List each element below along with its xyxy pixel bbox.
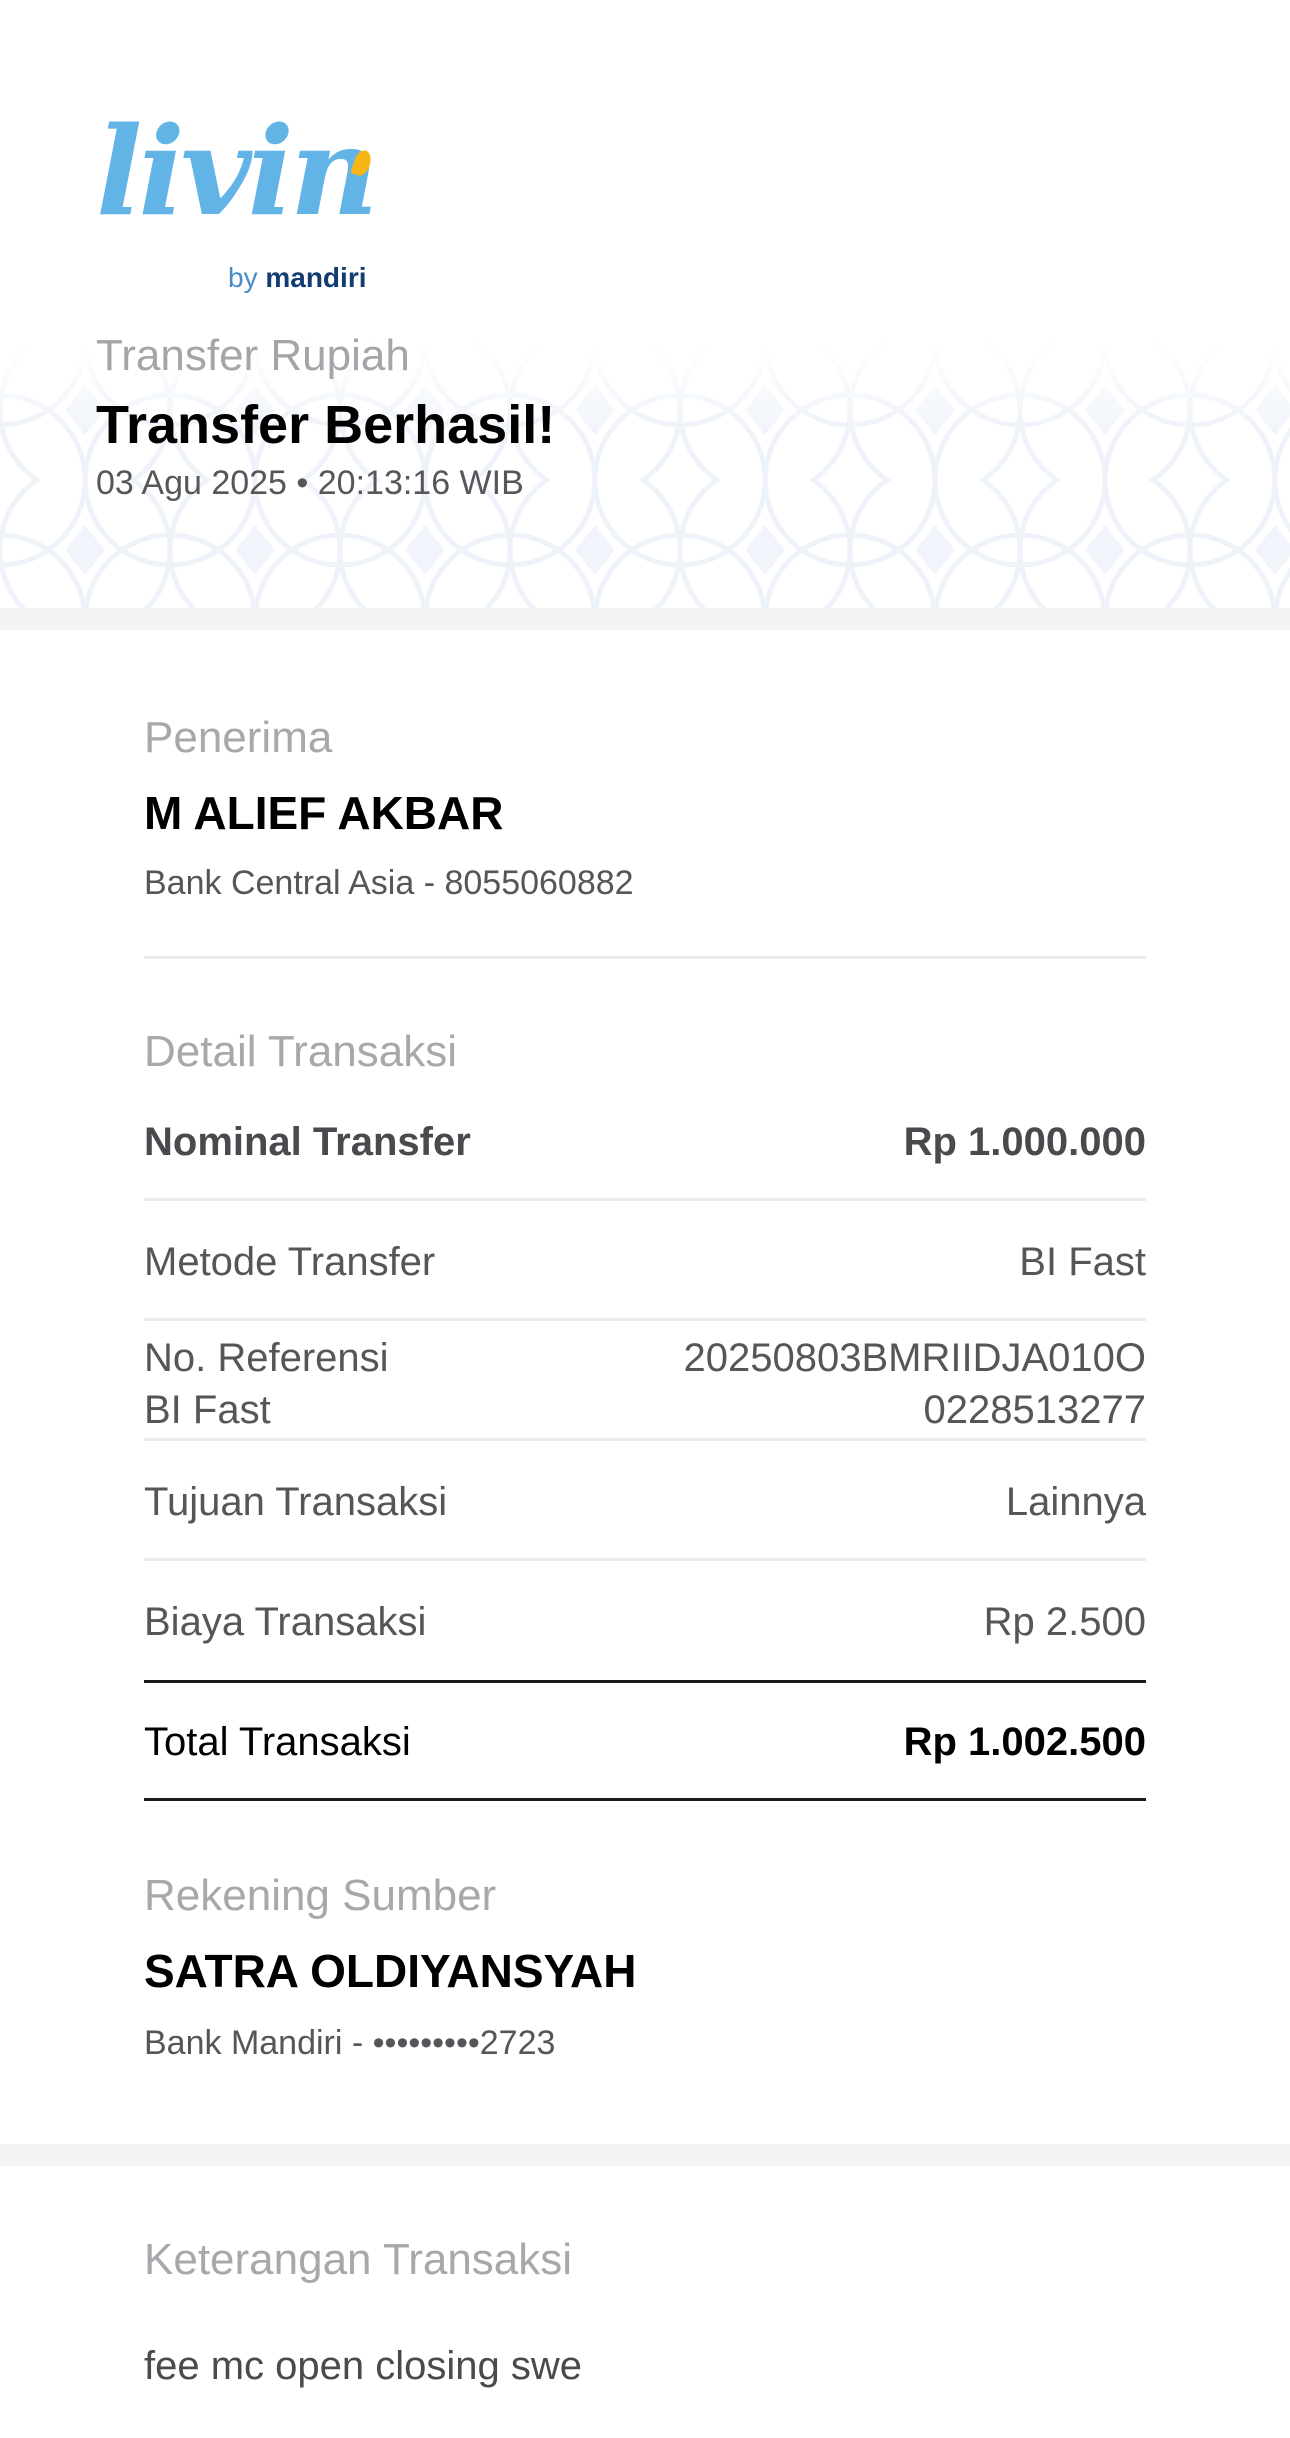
divider <box>144 956 1146 959</box>
detail-value: Rp 2.500 <box>983 1600 1146 1644</box>
section-divider <box>0 2144 1290 2166</box>
detail-value: Lainnya <box>1005 1480 1146 1524</box>
divider <box>144 1438 1146 1441</box>
detail-value: Rp 1.000.000 <box>903 1120 1146 1164</box>
divider <box>144 1558 1146 1561</box>
source-account-name: SATRA OLDIYANSYAH <box>144 1945 637 1997</box>
recipient-label: Penerima <box>144 713 333 762</box>
detail-label: Nominal Transfer <box>144 1120 471 1164</box>
detail-label: Total Transaksi <box>144 1720 411 1764</box>
logo-wordmark: livin <box>96 99 379 243</box>
source-bank-account: Bank Mandiri - •••••••••2723 <box>144 2024 556 2062</box>
details-label: Detail Transaksi <box>144 1027 458 1076</box>
detail-label: Metode Transfer <box>144 1240 436 1284</box>
detail-label: Biaya Transaksi <box>144 1600 427 1644</box>
total-divider-top <box>144 1680 1146 1683</box>
source-account-label: Rekening Sumber <box>144 1871 497 1920</box>
transaction-datetime: 03 Agu 2025 • 20:13:16 WIB <box>96 464 524 502</box>
recipient-name: M ALIEF AKBAR <box>144 787 504 839</box>
recipient-bank-account: Bank Central Asia - 8055060882 <box>144 864 634 902</box>
detail-label: Tujuan Transaksi <box>144 1480 448 1524</box>
detail-value: 20250803BMRIIDJA010O 0228513277 <box>683 1336 1147 1432</box>
divider <box>144 1318 1146 1321</box>
logo-brand: mandiri <box>265 262 367 293</box>
divider <box>144 1198 1146 1201</box>
section-divider <box>0 608 1290 630</box>
livin-mandiri-logo: livin by mandiri <box>96 110 386 298</box>
notes-label: Keterangan Transaksi <box>144 2235 573 2284</box>
detail-value: BI Fast <box>1019 1240 1146 1284</box>
total-amount: Rp 1.002.500 <box>903 1720 1146 1764</box>
receipt-header: livin by mandiri Transfer Rupiah Transfe… <box>0 0 1290 608</box>
logo-subtitle: by mandiri <box>228 264 367 292</box>
transaction-type-label: Transfer Rupiah <box>96 331 410 380</box>
page-title: Transfer Berhasil! <box>96 395 556 455</box>
total-divider-bottom <box>144 1798 1146 1801</box>
detail-label: No. Referensi BI Fast <box>144 1336 389 1432</box>
logo-by: by <box>228 262 258 293</box>
notes-text: fee mc open closing swe <box>144 2344 583 2388</box>
